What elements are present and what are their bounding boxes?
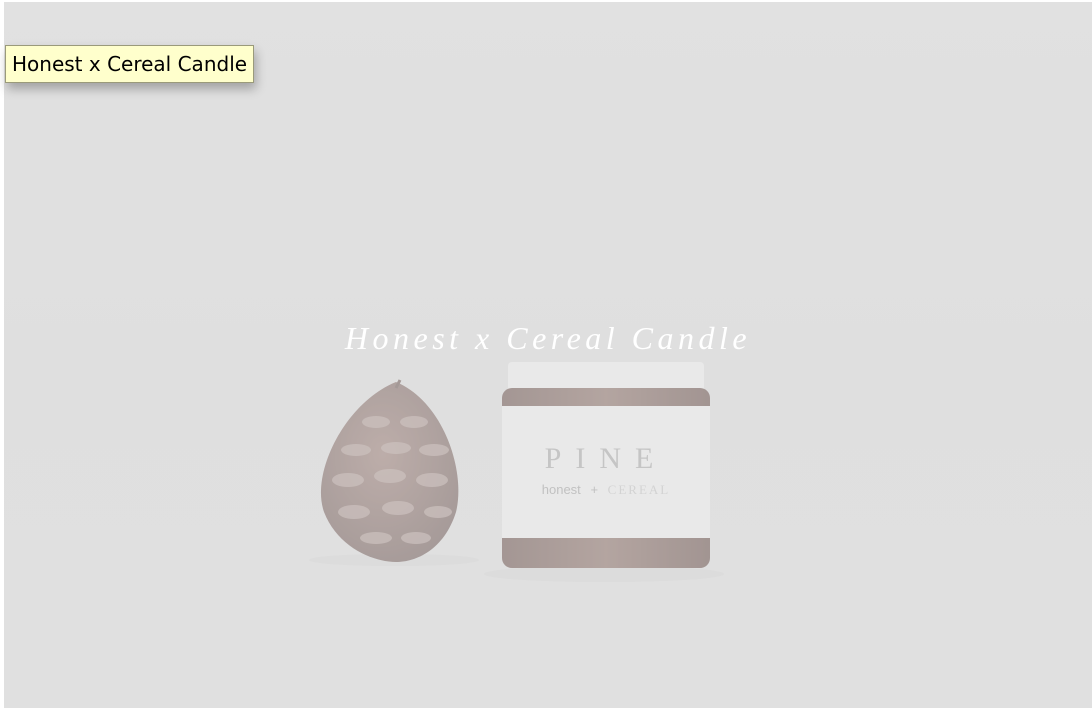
hero-section: PINE honest + CEREAL Honest x Cereal Can… xyxy=(4,2,1092,708)
jar-label-brand-joiner: + xyxy=(590,482,598,497)
candle-jar-icon: PINE honest + CEREAL xyxy=(502,362,710,568)
hero-title: Honest x Cereal Candle xyxy=(344,320,752,356)
pinecone-icon xyxy=(320,379,459,562)
tooltip: Honest x Cereal Candle xyxy=(5,45,255,83)
jar-label-brand-left: honest xyxy=(542,482,581,497)
jar-label-brand-right: CEREAL xyxy=(608,482,671,497)
jar-label-scent: PINE xyxy=(545,442,668,475)
